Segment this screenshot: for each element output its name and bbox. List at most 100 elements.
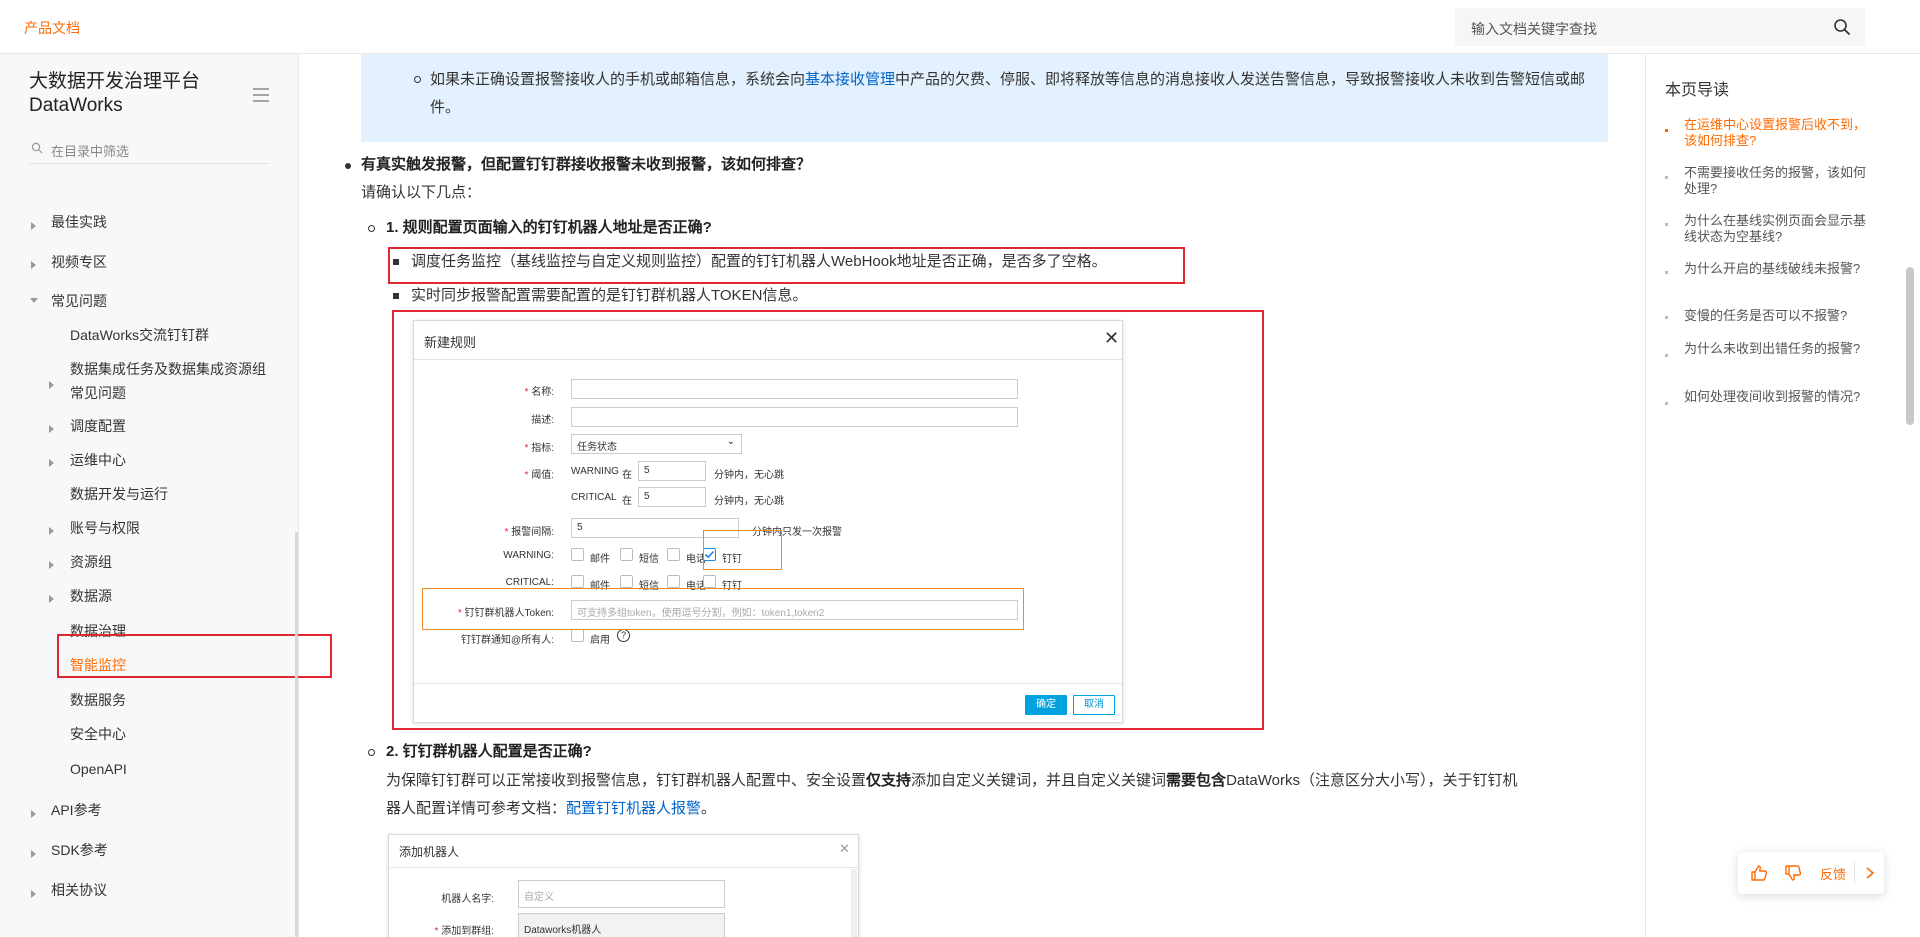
- select-group: Dataworks机器人: [518, 913, 725, 937]
- menu-icon[interactable]: [252, 87, 270, 103]
- sidebar-filter[interactable]: 在目录中筛选: [29, 134, 269, 164]
- toc-dot: [1665, 223, 1668, 226]
- brand-link[interactable]: 产品文档: [24, 18, 80, 38]
- sidebar-item-dingtalk-group[interactable]: DataWorks交流钉钉群: [70, 325, 209, 345]
- bullet-ring: [368, 225, 375, 232]
- toc-item-7[interactable]: 如何处理夜间收到报警的情况?: [1684, 389, 1874, 405]
- input-desc: [571, 407, 1018, 427]
- link-basic-receive-management[interactable]: 基本接收管理: [805, 71, 895, 88]
- input-critical-minutes: 5: [638, 487, 706, 507]
- sidebar-filter-input[interactable]: 在目录中筛选: [51, 141, 129, 160]
- sidebar-item-best-practice[interactable]: 最佳实践: [51, 212, 107, 232]
- search-box[interactable]: 输入文档关键字查找: [1455, 8, 1865, 46]
- sidebar-scrollbar[interactable]: [295, 532, 298, 937]
- feedback-divider: [1854, 862, 1855, 884]
- thumbs-up-icon[interactable]: [1750, 864, 1768, 882]
- chevron-right-icon[interactable]: [1862, 864, 1878, 882]
- toc-item-1[interactable]: 在运维中心设置报警后收不到，该如何排查?: [1684, 117, 1874, 149]
- toc-title: 本页导读: [1665, 82, 1730, 99]
- label-metric: * 指标:: [524, 443, 554, 454]
- caret-right-icon: [49, 459, 54, 467]
- caret-right-icon: [31, 850, 36, 858]
- sidebar-item-faq[interactable]: 常见问题: [51, 291, 107, 311]
- item2-text-line2: 器人配置详情可参考文档：配置钉钉机器人报警。: [386, 800, 717, 817]
- info-note-text: 如果未正确设置报警接收人的手机或邮箱信息，系统会向基本接收管理中产品的欠费、停服…: [430, 71, 1586, 116]
- question-intro: 请确认以下几点：: [361, 184, 482, 201]
- sidebar-item-ops-center[interactable]: 运维中心: [70, 450, 126, 470]
- bullet-disc: [345, 163, 351, 169]
- checkbox-critical-ding: [703, 575, 716, 588]
- sidebar-item-data-service[interactable]: 数据服务: [70, 690, 126, 710]
- threshold-at: 在: [622, 470, 632, 481]
- screenshot-new-rule-dialog: 新建规则 ✕ * 名称: 描述: * 指标: 任务状态 ⌄ * 阈值: WARNI…: [413, 320, 1123, 723]
- toc-item-4[interactable]: 为什么开启的基线破线未报警?: [1684, 261, 1874, 277]
- toc-panel: 本页导读 在运维中心设置报警后收不到，该如何排查? 不需要接收任务的报警，该如何…: [1645, 54, 1920, 937]
- help-icon: ?: [617, 629, 630, 642]
- label-robot-name: 机器人名字:: [441, 894, 494, 905]
- toc-item-3[interactable]: 为什么在基线实例页面会显示基线状态为空基线?: [1684, 213, 1874, 245]
- toc-dot: [1665, 316, 1668, 319]
- item2-text-line1: 为保障钉钉群可以正常接收到报警信息，钉钉群机器人配置中、安全设置仅支持添加自定义…: [386, 772, 1518, 789]
- bullet-square: [393, 293, 399, 299]
- sidebar-item-api-ref[interactable]: API参考: [51, 800, 102, 820]
- item1-heading: 1. 规则配置页面输入的钉钉机器人地址是否正确?: [386, 219, 712, 236]
- highlight-box-webhook: [388, 247, 1185, 284]
- label-desc: 描述:: [531, 415, 554, 426]
- search-icon[interactable]: [1833, 18, 1851, 36]
- checkbox-critical-sms: [620, 575, 633, 588]
- sidebar-item-data-source[interactable]: 数据源: [70, 586, 112, 606]
- sidebar-item-data-integration-faq[interactable]: 常见问题: [70, 383, 126, 403]
- search-input[interactable]: 输入文档关键字查找: [1471, 19, 1597, 39]
- sidebar-item-openapi[interactable]: OpenAPI: [70, 759, 127, 779]
- checkbox-critical-mail: [571, 575, 584, 588]
- page-scrollbar[interactable]: [1906, 267, 1914, 425]
- caret-right-icon: [49, 527, 54, 535]
- toc-item-2[interactable]: 不需要接收任务的报警，该如何处理?: [1684, 165, 1874, 197]
- label-critical-channels: CRITICAL:: [505, 577, 554, 588]
- close-icon: ✕: [1104, 328, 1120, 348]
- label-group: * 添加到群组:: [434, 926, 494, 937]
- caret-right-icon: [31, 890, 36, 898]
- sidebar-item-security-center[interactable]: 安全中心: [70, 724, 126, 744]
- checkbox-warning-phone: [667, 548, 680, 561]
- toc-dot: [1665, 354, 1668, 357]
- sidebar-title[interactable]: 大数据开发治理平台 DataWorks: [29, 70, 200, 118]
- feedback-button[interactable]: 反馈: [1820, 864, 1846, 883]
- toc-dot: [1665, 402, 1668, 405]
- threshold-suffix: 分钟内，无心跳: [714, 470, 784, 481]
- caret-right-icon: [49, 561, 54, 569]
- caret-right-icon: [49, 595, 54, 603]
- sidebar-item-account-permission[interactable]: 账号与权限: [70, 518, 140, 538]
- question-heading: 有真实触发报警，但配置钉钉群接收报警未收到报警，该如何排查？: [361, 156, 812, 173]
- input-robot-name: 自定义: [518, 880, 725, 908]
- dialog-divider: [414, 683, 1122, 684]
- sidebar-item-dev-run[interactable]: 数据开发与运行: [70, 484, 168, 504]
- threshold-critical: CRITICAL: [571, 492, 617, 503]
- sidebar-item-sdk-ref[interactable]: SDK参考: [51, 840, 108, 860]
- highlight-box-token-field: [422, 588, 1024, 630]
- highlight-box-smart-monitor: [57, 634, 332, 678]
- sidebar-item-schedule-config[interactable]: 调度配置: [70, 416, 126, 436]
- top-bar: 产品文档 输入文档关键字查找: [0, 0, 1920, 54]
- opt-mail: 邮件: [590, 554, 610, 565]
- sidebar-title-line2: DataWorks: [29, 95, 123, 116]
- sidebar-item-data-integration[interactable]: 数据集成任务及数据集成资源组: [70, 359, 266, 379]
- select-metric: 任务状态 ⌄: [571, 434, 742, 454]
- toc-item-5[interactable]: 变慢的任务是否可以不报警?: [1684, 308, 1874, 324]
- dialog-cancel-button: 取消: [1073, 695, 1115, 715]
- sidebar: 大数据开发治理平台 DataWorks 在目录中筛选 最佳实践 视频专区 常见问…: [0, 54, 332, 937]
- thumbs-down-icon[interactable]: [1784, 864, 1802, 882]
- bullet-ring: [414, 76, 421, 83]
- toc-dot: [1665, 129, 1668, 132]
- link-config-dingtalk-robot[interactable]: 配置钉钉机器人报警: [566, 800, 701, 817]
- input-name: [571, 379, 1018, 399]
- item2-heading: 2. 钉钉群机器人配置是否正确?: [386, 743, 592, 760]
- sidebar-item-resource-group[interactable]: 资源组: [70, 552, 112, 572]
- caret-right-icon: [31, 222, 36, 230]
- threshold-warning: WARNING: [571, 466, 619, 477]
- sidebar-item-video[interactable]: 视频专区: [51, 252, 107, 272]
- label-threshold: * 阈值:: [524, 470, 554, 481]
- toc-item-6[interactable]: 为什么未收到出错任务的报警?: [1684, 341, 1874, 357]
- caret-right-icon: [31, 810, 36, 818]
- sidebar-item-agreements[interactable]: 相关协议: [51, 880, 107, 900]
